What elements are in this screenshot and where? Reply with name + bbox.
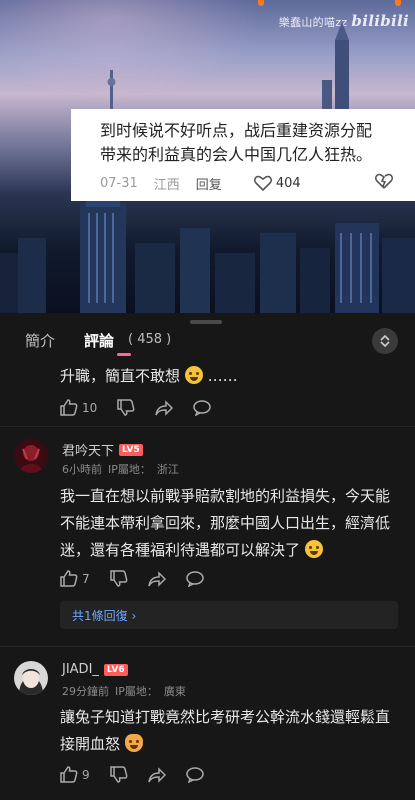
comment-meta: 29分鐘前 IP屬地： 廣東 <box>62 683 192 699</box>
comment-meta: 6小時前 IP屬地： 浙江 <box>62 461 185 477</box>
tab-active-indicator <box>117 353 131 356</box>
chevron-up-down-icon <box>380 334 390 348</box>
comment-bubble-icon <box>185 766 204 783</box>
skyline-graphic <box>0 193 415 313</box>
floating-comment-meta: 07-31 江西 回复 404 <box>100 173 415 193</box>
heart-icon <box>253 175 272 191</box>
floating-comment-card[interactable]: 到时候说不好听点，战后重建资源分配 带来的利益真的会人中国几亿人狂热。 07-3… <box>71 109 415 201</box>
dislike-button[interactable] <box>374 173 394 193</box>
username[interactable]: JIADI_ <box>62 662 99 677</box>
video-player[interactable]: 樂蠢山的喵zz bilibili 到时候说不好听点，战后重建资源分配 带来的利益… <box>0 0 415 313</box>
comment-location: 江西 <box>153 177 180 193</box>
comment-text: 我一直在想以前戰爭賠款割地的利益損失，今天能不能連本帶利拿回來，那麼中國人口出生… <box>60 487 391 559</box>
comment-actions: 10 <box>60 399 231 416</box>
comment-author-row: JIADI_ LV6 <box>62 662 128 677</box>
reply-button[interactable] <box>185 766 204 783</box>
thumbs-down-icon <box>109 766 128 783</box>
ip-label: IP屬地： <box>115 685 158 698</box>
level-badge: LV5 <box>119 443 143 456</box>
view-replies-link[interactable]: 共1條回復 › <box>72 607 136 624</box>
floating-comment-line: 到时候说不好听点，战后重建资源分配 <box>100 121 373 140</box>
dislike-button[interactable] <box>117 399 135 416</box>
comment-actions: 7 <box>60 570 224 587</box>
avatar[interactable] <box>14 439 48 473</box>
tab-comments[interactable]: 評論 <box>84 330 114 351</box>
laughing-emoji-icon <box>184 366 203 384</box>
broken-heart-icon <box>374 173 394 189</box>
thumbs-down-icon <box>117 399 135 416</box>
share-button[interactable] <box>155 399 174 416</box>
username[interactable]: 君吟天下 <box>62 440 114 459</box>
avatar[interactable] <box>14 661 48 695</box>
ip-location: 廣東 <box>163 685 186 698</box>
comment-time: 29分鐘前 <box>62 685 109 698</box>
collapse-button[interactable] <box>372 328 398 354</box>
comment-actions: 9 <box>60 766 224 783</box>
comment-count: ( 458 ) <box>128 332 172 347</box>
tab-bar: 簡介 評論 ( 458 ) <box>0 313 415 363</box>
floating-comment-line: 带来的利益真的会人中国几亿人狂热。 <box>100 145 373 164</box>
like-button[interactable]: 404 <box>253 175 317 191</box>
replies-preview[interactable]: 共1條回復 › <box>60 601 398 629</box>
share-icon <box>155 399 174 416</box>
like-button[interactable]: 7 <box>60 570 90 587</box>
reply-button[interactable] <box>185 570 204 587</box>
comment-author-row: 君吟天下 LV5 <box>62 440 143 459</box>
comment-divider <box>0 646 415 647</box>
thumbs-down-icon <box>109 570 128 587</box>
ip-label: IP屬地： <box>108 463 151 476</box>
thumbs-up-icon <box>60 399 78 416</box>
comment-feed: 升職，簡直不敢想 …… 10 君吟天下 LV5 6小時前 IP屬地： 浙江 我一… <box>0 363 415 800</box>
reply-button[interactable]: 回复 <box>196 174 222 193</box>
comment-text: 升職，簡直不敢想 …… <box>60 366 238 385</box>
city-skyline <box>0 183 415 313</box>
comment-text: 讓兔子知道打戰竟然比考研考公幹流水錢還輕鬆直接開血怒 <box>60 708 391 753</box>
reply-button[interactable] <box>193 399 212 416</box>
drag-handle[interactable] <box>190 320 222 324</box>
dislike-button[interactable] <box>109 570 128 587</box>
cat-emoji-icon <box>124 734 143 752</box>
share-button[interactable] <box>147 570 166 587</box>
dislike-button[interactable] <box>109 766 128 783</box>
level-badge: LV6 <box>103 663 128 676</box>
distant-towers <box>107 22 349 110</box>
ip-location: 浙江 <box>156 463 179 476</box>
tab-intro[interactable]: 簡介 <box>25 330 55 351</box>
like-count: 404 <box>275 175 301 191</box>
like-button[interactable]: 9 <box>60 766 90 783</box>
comment-bubble-icon <box>185 570 204 587</box>
share-icon <box>147 766 166 783</box>
thumbs-up-icon <box>60 570 78 587</box>
comment-time: 6小時前 <box>62 463 102 476</box>
share-icon <box>147 570 166 587</box>
share-button[interactable] <box>147 766 166 783</box>
comment-date: 07-31 <box>100 175 138 191</box>
comment-bubble-icon <box>193 399 212 416</box>
comment-divider <box>0 426 415 427</box>
shocked-emoji-icon <box>304 540 323 558</box>
like-button[interactable]: 10 <box>60 399 97 416</box>
thumbs-up-icon <box>60 766 78 783</box>
